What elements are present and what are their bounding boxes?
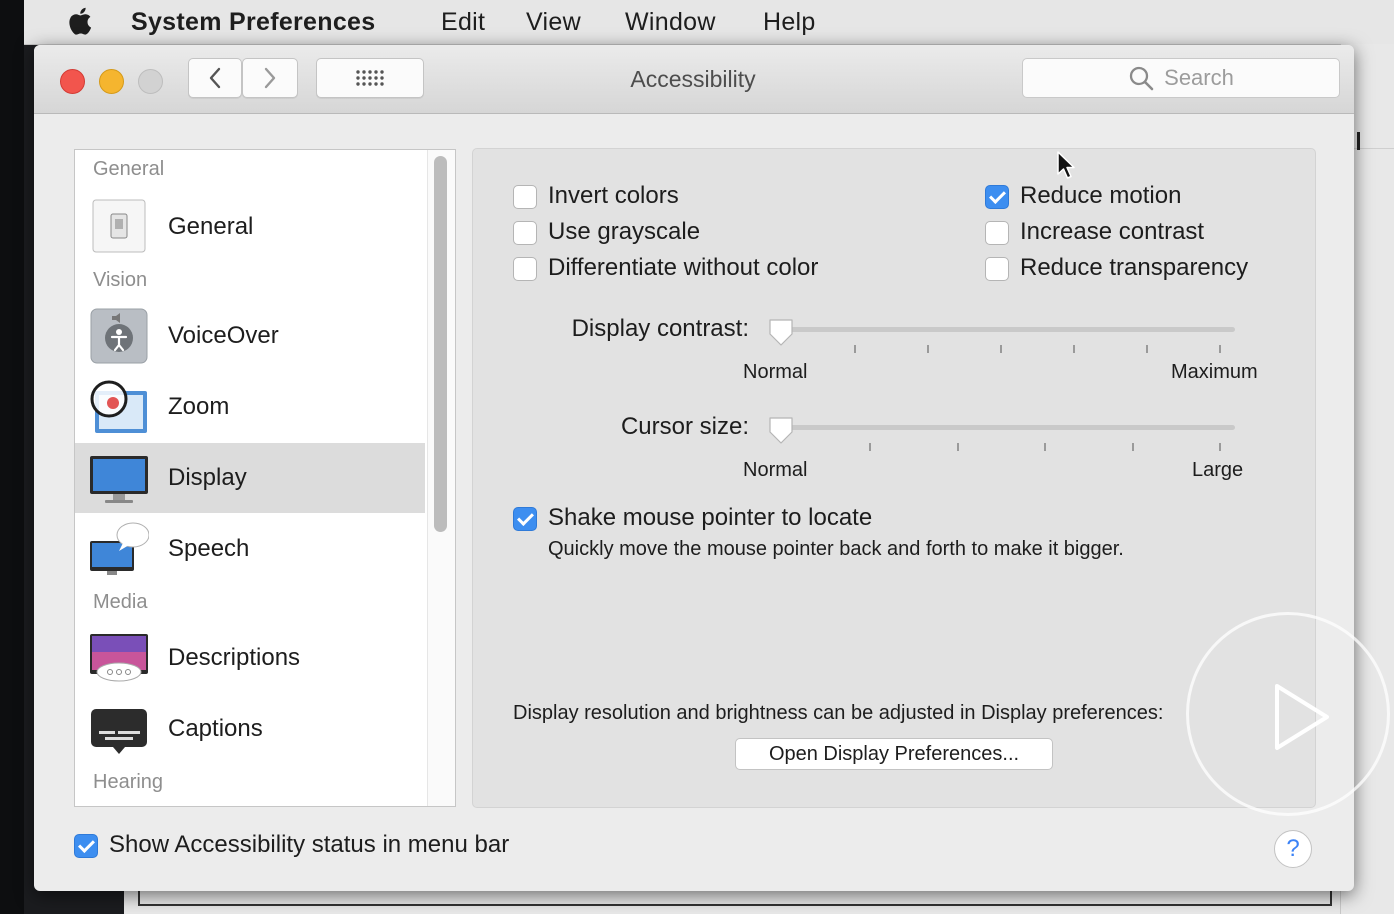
contrast-max-label: Maximum: [1171, 361, 1258, 383]
contrast-tick: [927, 345, 929, 353]
menu-app-name[interactable]: System Preferences: [131, 8, 375, 37]
cursor-min-label: Normal: [743, 459, 808, 481]
cursor-tick: [869, 443, 871, 451]
sidebar-item-label: Speech: [168, 535, 250, 562]
increase-contrast-checkbox[interactable]: [985, 221, 1009, 245]
menu-help[interactable]: Help: [763, 8, 816, 37]
sidebar-item-descriptions[interactable]: Descriptions: [75, 623, 425, 693]
cursor-tick: [1044, 443, 1046, 451]
contrast-tick: [1146, 345, 1148, 353]
apple-logo-icon[interactable]: [66, 6, 92, 36]
desktop-background: [0, 0, 24, 914]
speech-icon: [90, 522, 149, 575]
help-button[interactable]: ?: [1274, 830, 1312, 868]
menu-edit[interactable]: Edit: [441, 8, 485, 37]
sidebar-item-captions[interactable]: Captions: [75, 694, 425, 764]
captions-icon: [91, 709, 147, 754]
sidebar-scrollbar[interactable]: [434, 156, 447, 532]
cursor-tick: [1132, 443, 1134, 451]
contrast-tick: [1000, 345, 1002, 353]
cursor-tick: [957, 443, 959, 451]
sidebar-section-general: General: [93, 158, 165, 180]
sidebar-section-hearing: Hearing: [93, 771, 164, 793]
descriptions-icon: [90, 634, 148, 682]
sidebar-section-media: Media: [93, 591, 148, 613]
reduce-transparency-checkbox[interactable]: [985, 257, 1009, 281]
cursor-size-label: Cursor size:: [620, 413, 749, 440]
sidebar-item-label: General: [168, 213, 254, 240]
use-grayscale-checkbox[interactable]: [513, 221, 537, 245]
use-grayscale-label[interactable]: Use grayscale: [548, 218, 700, 246]
background-window-frame: [138, 890, 1332, 906]
cursor-tick: [1219, 443, 1221, 451]
sidebar-item-zoom[interactable]: Zoom: [75, 372, 425, 442]
sidebar-item-label: VoiceOver: [168, 322, 279, 349]
cursor-max-label: Large: [1192, 459, 1244, 481]
open-display-preferences-button[interactable]: Open Display Preferences...: [735, 738, 1053, 770]
contrast-min-label: Normal: [743, 361, 808, 383]
display-contrast-label: Display contrast:: [571, 315, 749, 342]
zoom-icon: [90, 380, 147, 433]
background-window-mark: [1357, 132, 1360, 150]
reduce-motion-checkbox[interactable]: [985, 185, 1009, 209]
increase-contrast-label[interactable]: Increase contrast: [1020, 218, 1204, 246]
sidebar-item-general[interactable]: General: [75, 192, 425, 262]
sidebar: General General Vision VoiceOver Zoom Di…: [74, 149, 456, 807]
display-icon: [90, 456, 148, 503]
play-icon: [1275, 684, 1329, 750]
display-preferences-note: Display resolution and brightness can be…: [513, 702, 1164, 724]
sidebar-item-label: Display: [168, 464, 247, 491]
menu-view[interactable]: View: [526, 8, 581, 37]
invert-colors-label[interactable]: Invert colors: [548, 182, 679, 210]
show-status-checkbox[interactable]: [74, 834, 98, 858]
menu-window[interactable]: Window: [625, 8, 716, 37]
shake-mouse-checkbox[interactable]: [513, 507, 537, 531]
display-contrast-track[interactable]: [771, 327, 1235, 332]
sidebar-item-label: Captions: [168, 715, 263, 742]
display-contrast-slider-knob[interactable]: [767, 317, 795, 347]
cursor-size-track[interactable]: [771, 425, 1235, 430]
accessibility-window: Accessibility Search General General Vis…: [34, 45, 1354, 891]
search-field[interactable]: Search: [1022, 58, 1340, 98]
sidebar-item-label: Zoom: [168, 393, 230, 420]
sidebar-item-display[interactable]: Display: [75, 443, 425, 513]
menu-bar: System Preferences Edit View Window Help: [24, 0, 1394, 45]
sidebar-section-vision: Vision: [93, 269, 148, 291]
invert-colors-checkbox[interactable]: [513, 185, 537, 209]
mouse-cursor-icon: [1057, 151, 1075, 179]
title-bar: Accessibility Search: [34, 45, 1354, 114]
contrast-tick: [1073, 345, 1075, 353]
search-icon: [1129, 66, 1154, 91]
cursor-size-slider-knob[interactable]: [767, 415, 795, 445]
reduce-motion-label[interactable]: Reduce motion: [1020, 182, 1181, 210]
shake-mouse-label[interactable]: Shake mouse pointer to locate: [548, 504, 872, 532]
contrast-tick: [854, 345, 856, 353]
sidebar-item-label: Descriptions: [168, 644, 301, 671]
sidebar-item-speech[interactable]: Speech: [75, 514, 425, 584]
shake-mouse-description: Quickly move the mouse pointer back and …: [548, 538, 1124, 560]
voiceover-icon: [90, 308, 148, 364]
sidebar-item-voiceover[interactable]: VoiceOver: [75, 301, 425, 371]
search-placeholder: Search: [1164, 65, 1234, 90]
contrast-tick: [1219, 345, 1221, 353]
differentiate-without-color-checkbox[interactable]: [513, 257, 537, 281]
switch-icon: [92, 199, 146, 253]
video-play-overlay[interactable]: [1186, 612, 1390, 816]
show-status-label[interactable]: Show Accessibility status in menu bar: [109, 831, 509, 859]
differentiate-without-color-label[interactable]: Differentiate without color: [548, 254, 818, 282]
reduce-transparency-label[interactable]: Reduce transparency: [1020, 254, 1248, 282]
